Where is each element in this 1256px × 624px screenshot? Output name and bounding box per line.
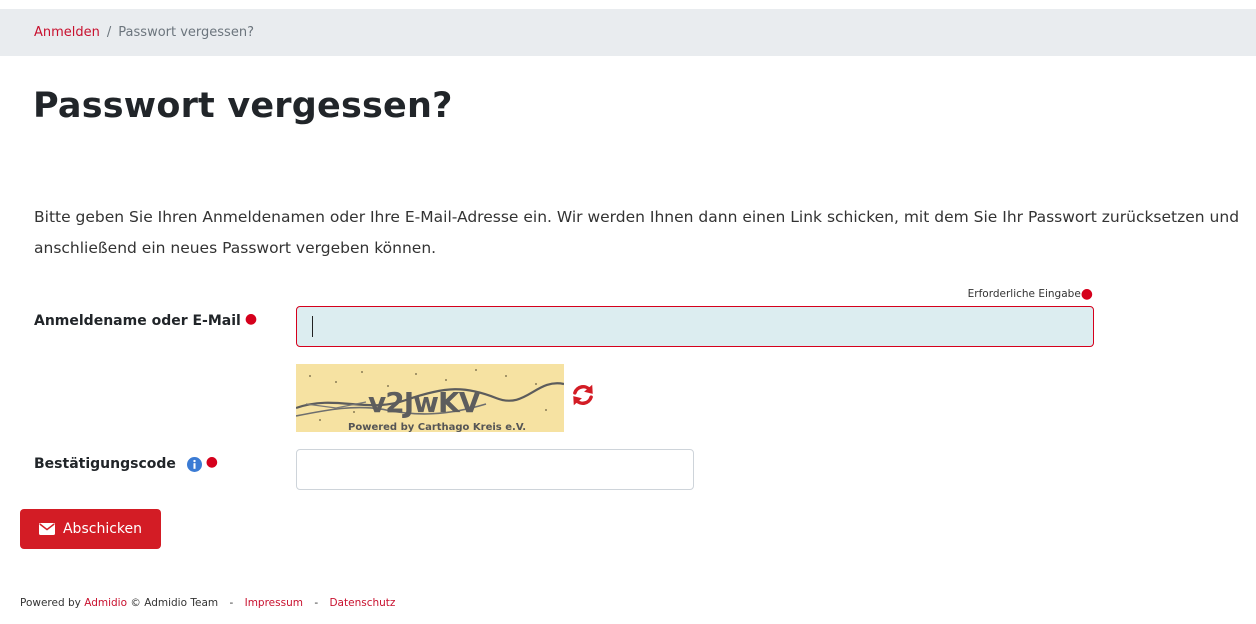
- submit-button[interactable]: Abschicken: [20, 509, 161, 549]
- footer: Powered by Admidio © Admidio Team - Impr…: [20, 597, 395, 609]
- confirmation-code-input[interactable]: [296, 449, 694, 490]
- required-dot: ●: [205, 454, 218, 470]
- breadcrumb-current: Passwort vergessen?: [118, 25, 254, 40]
- breadcrumb-login-link[interactable]: Anmelden: [34, 25, 100, 40]
- imprint-link[interactable]: Impressum: [245, 597, 303, 609]
- refresh-icon[interactable]: [570, 382, 596, 408]
- page-title: Passwort vergessen?: [33, 86, 453, 126]
- username-label: Anmeldename oder E-Mail ●: [34, 311, 258, 329]
- footer-copyright: © Admidio Team: [130, 597, 219, 609]
- footer-separator: -: [314, 597, 319, 609]
- info-icon[interactable]: [186, 456, 202, 472]
- username-input[interactable]: [296, 306, 1094, 347]
- required-dot: ●: [1080, 286, 1093, 302]
- intro-text: Bitte geben Sie Ihren Anmeldenamen oder …: [34, 208, 1240, 257]
- captcha-image: v2JwKV Powered by Carthago Kreis e.V.: [296, 364, 564, 432]
- captcha-text: v2JwKV: [368, 386, 481, 419]
- captcha-footer: Powered by Carthago Kreis e.V.: [348, 422, 526, 432]
- submit-label: Abschicken: [62, 521, 142, 537]
- code-label-text: Bestätigungscode: [34, 456, 176, 472]
- admidio-link[interactable]: Admidio: [84, 597, 127, 609]
- required-hint: Erforderliche Eingabe●: [967, 286, 1093, 302]
- footer-separator: -: [229, 597, 234, 609]
- breadcrumb: Anmelden / Passwort vergessen?: [0, 9, 1256, 56]
- footer-powered-by: Powered by: [20, 597, 81, 609]
- privacy-link[interactable]: Datenschutz: [329, 597, 395, 609]
- code-label: Bestätigungscode ●: [34, 454, 218, 472]
- envelope-icon: [38, 523, 55, 535]
- text-caret: [312, 316, 313, 337]
- required-hint-text: Erforderliche Eingabe: [967, 288, 1081, 300]
- username-label-text: Anmeldename oder E-Mail: [34, 313, 241, 329]
- required-dot: ●: [244, 311, 258, 327]
- breadcrumb-separator: /: [106, 25, 112, 40]
